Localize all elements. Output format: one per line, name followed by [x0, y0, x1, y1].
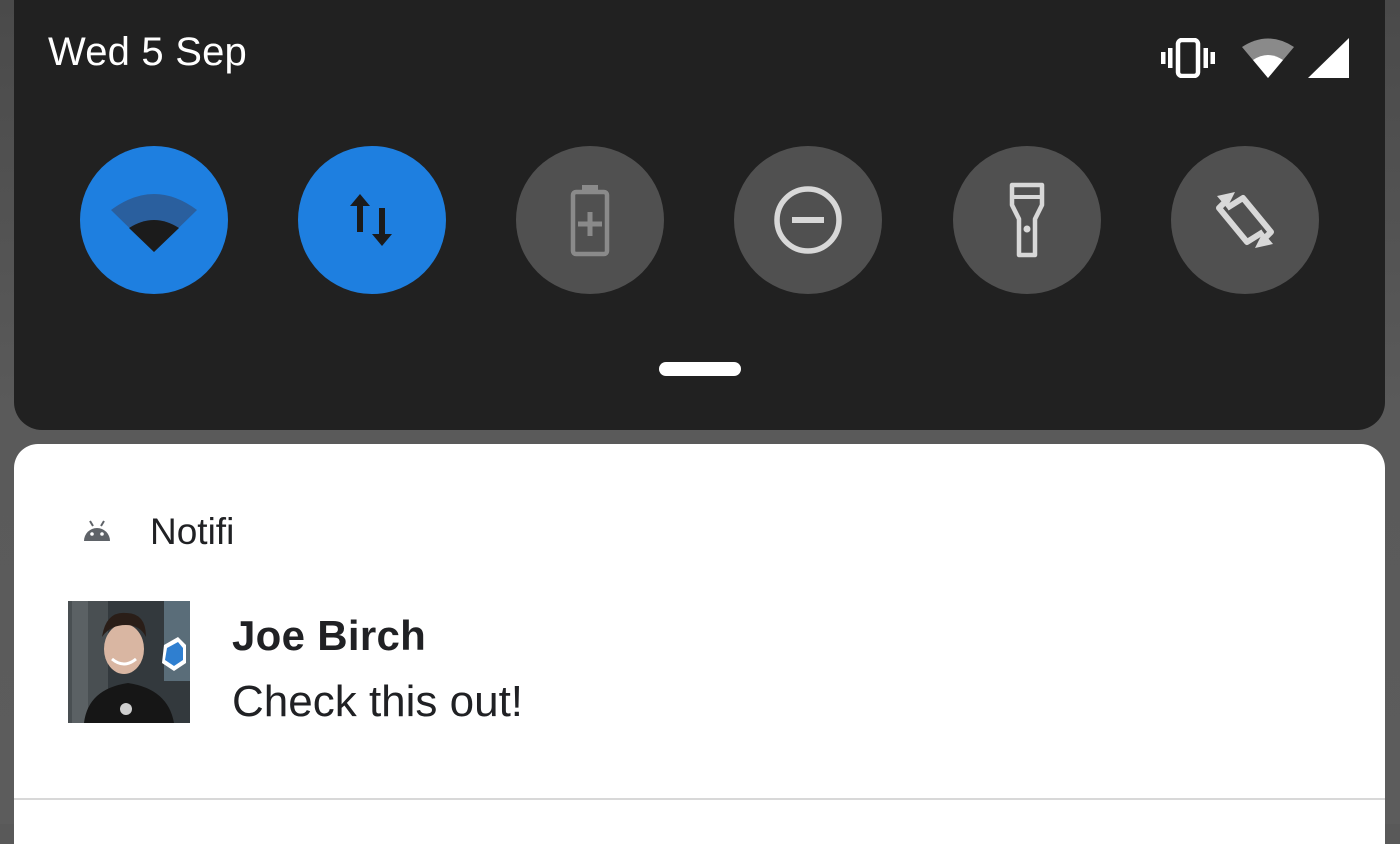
tile-flashlight[interactable]	[953, 146, 1101, 294]
notification-card[interactable]	[14, 444, 1385, 844]
wifi-signal-icon	[1242, 38, 1294, 78]
tile-mobile-data[interactable]	[298, 146, 446, 294]
battery-saver-icon	[570, 185, 610, 257]
android-icon	[82, 517, 112, 547]
tile-wifi[interactable]	[80, 146, 228, 294]
tile-battery-saver[interactable]	[516, 146, 664, 294]
quick-settings-tiles	[80, 146, 1322, 296]
auto-rotate-icon	[1216, 192, 1274, 248]
status-icons	[1160, 38, 1350, 78]
tile-auto-rotate[interactable]	[1171, 146, 1319, 294]
mobile-data-icon	[350, 194, 392, 246]
wifi-icon	[111, 194, 197, 252]
expand-handle[interactable]	[659, 362, 741, 376]
notification-message: Check this out!	[232, 677, 524, 726]
vibrate-icon	[1161, 38, 1215, 78]
status-bar: Wed 5 Sep	[0, 0, 1400, 110]
flashlight-icon	[1009, 182, 1045, 258]
tile-do-not-disturb[interactable]	[734, 146, 882, 294]
notification-header: Notifi	[70, 506, 234, 558]
notification-sender: Joe Birch	[232, 612, 427, 659]
app-name: Notifi	[150, 511, 235, 552]
card-divider	[14, 798, 1385, 800]
do-not-disturb-icon	[774, 186, 842, 254]
status-date: Wed 5 Sep	[48, 30, 247, 74]
cellular-signal-icon	[1308, 38, 1349, 78]
avatar	[68, 601, 190, 723]
